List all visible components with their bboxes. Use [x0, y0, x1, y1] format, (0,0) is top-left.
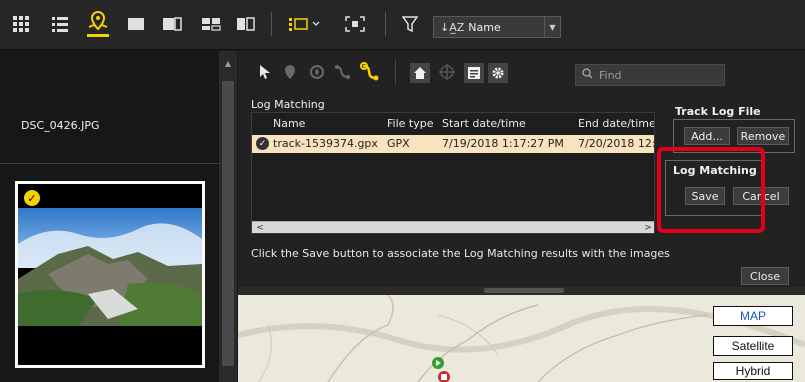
table-header: Name File type Start date/time End date/… — [252, 113, 654, 133]
map-type-hybrid-button[interactable]: Hybrid — [713, 362, 793, 380]
scroll-right-icon[interactable]: > — [642, 222, 654, 233]
compare-view-icon[interactable] — [161, 12, 183, 36]
thumbnail-scrollbar[interactable]: ▲ — [219, 51, 237, 382]
image-thumbnail[interactable]: ✓ — [15, 181, 205, 368]
column-header-file-type[interactable]: File type — [387, 117, 433, 130]
log-matching-title: Log Matching — [251, 98, 325, 111]
single-view-icon[interactable] — [125, 12, 147, 36]
list-view-icon[interactable] — [49, 12, 71, 36]
main-toolbar: ↓A̲Z Name ▼ — [0, 0, 805, 50]
scroll-up-icon[interactable]: ▲ — [222, 59, 234, 71]
remove-button[interactable]: Remove — [737, 127, 789, 145]
search-icon — [582, 68, 593, 82]
row-file-type: GPX — [387, 137, 410, 150]
filmstrip-view-icon[interactable] — [200, 12, 222, 36]
check-icon: ✓ — [256, 137, 269, 150]
split-view-icon[interactable] — [235, 12, 257, 36]
map-view-icon[interactable] — [85, 9, 111, 39]
route-icon[interactable] — [334, 64, 352, 83]
map-type-map-button[interactable]: MAP — [713, 306, 793, 326]
toolbar-separator — [271, 12, 272, 36]
column-header-end[interactable]: End date/time — [578, 117, 654, 130]
find-input[interactable]: Find — [575, 64, 725, 86]
map-type-satellite-button[interactable]: Satellite — [713, 336, 793, 356]
column-header-name[interactable]: Name — [273, 117, 305, 130]
sort-select-value: Name — [468, 20, 501, 34]
photo-info-icon[interactable] — [464, 63, 484, 83]
table-hscrollbar[interactable]: < > — [252, 221, 654, 233]
target-icon[interactable] — [438, 63, 456, 84]
track-log-icon[interactable] — [360, 62, 380, 85]
selected-check-icon: ✓ — [24, 190, 40, 206]
scroll-left-icon[interactable]: < — [254, 222, 266, 233]
gear-icon[interactable] — [488, 63, 508, 83]
home-icon[interactable] — [410, 63, 430, 83]
divider — [0, 163, 219, 164]
sort-order-icon: ↓A̲Z — [440, 20, 465, 34]
image-filename: DSC_0426.JPG — [21, 119, 100, 132]
row-end-time: 7/20/2018 12:0 — [578, 137, 655, 150]
grid-view-icon[interactable] — [10, 12, 32, 36]
compass-icon[interactable] — [309, 64, 325, 83]
select-tool-icon[interactable] — [258, 64, 272, 83]
callout-highlight — [657, 147, 765, 233]
find-placeholder: Find — [599, 68, 622, 82]
table-row[interactable]: ✓ track-1539374.gpx GPX 7/19/2018 1:17:2… — [252, 135, 655, 153]
toolbar-separator — [385, 12, 386, 36]
track-log-file-label: Track Log File — [675, 105, 761, 118]
filter-icon[interactable] — [400, 12, 420, 36]
add-button[interactable]: Add... — [684, 127, 730, 145]
display-toggle-icon[interactable] — [288, 12, 324, 36]
scrollbar-thumb[interactable] — [222, 81, 234, 366]
close-button[interactable]: Close — [741, 267, 789, 285]
splitter-grip[interactable] — [484, 288, 564, 293]
chevron-down-icon: ▼ — [544, 17, 560, 37]
sort-select[interactable]: ↓A̲Z Name ▼ — [433, 16, 561, 38]
row-name: track-1539374.gpx — [273, 137, 378, 150]
fit-icon[interactable] — [343, 12, 367, 36]
mountain-photo — [18, 184, 202, 365]
pin-icon[interactable] — [283, 64, 297, 83]
panel-splitter[interactable] — [238, 287, 805, 295]
toolbar-separator — [395, 60, 396, 84]
track-log-table: Name File type Start date/time End date/… — [251, 112, 655, 234]
save-hint-text: Click the Save button to associate the L… — [251, 247, 670, 260]
row-start-time: 7/19/2018 1:17:27 PM — [442, 137, 564, 150]
column-header-start[interactable]: Start date/time — [442, 117, 526, 130]
